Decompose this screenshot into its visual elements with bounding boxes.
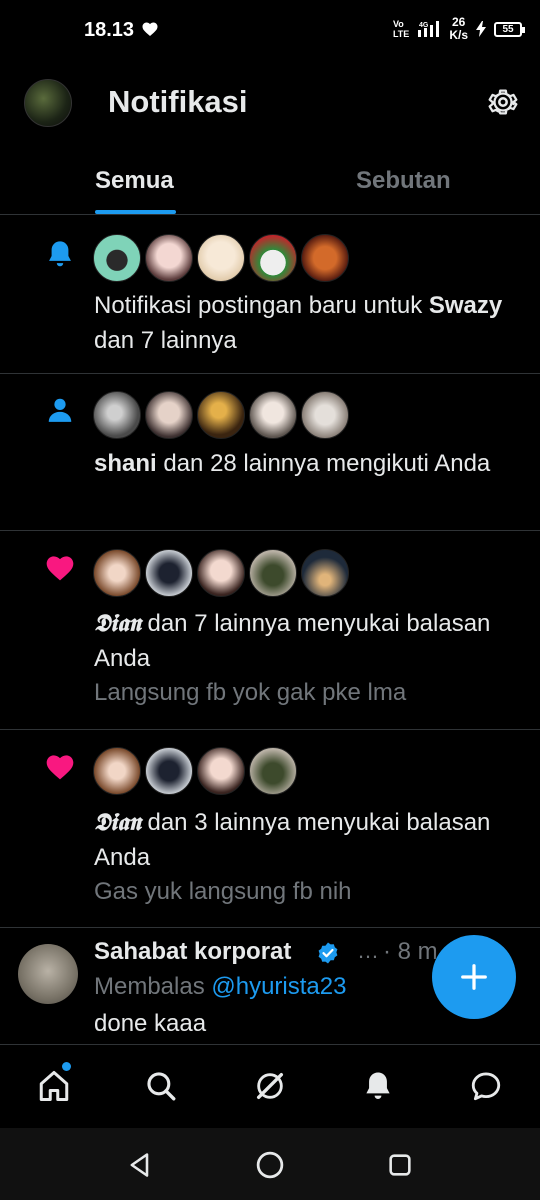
notification-text: 𝕯𝖎𝖆𝖓 dan 3 lainnya menyukai balasan Anda — [94, 804, 510, 875]
notification-tabs: Semua Sebutan — [0, 150, 540, 215]
user-name[interactable]: 𝕯𝖎𝖆𝖓 — [94, 807, 141, 836]
heart-icon — [42, 549, 78, 585]
top-header: Notifikasi — [0, 70, 540, 140]
svg-text:4G: 4G — [419, 22, 429, 29]
chat-icon — [471, 1072, 501, 1101]
notification-item[interactable]: 𝕯𝖎𝖆𝖓 dan 3 lainnya menyukai balasan Anda… — [0, 730, 540, 928]
back-button[interactable] — [125, 1150, 155, 1180]
signal-icon: 4G — [418, 21, 440, 37]
profile-avatar[interactable] — [24, 79, 72, 127]
settings-gear-icon[interactable] — [486, 85, 520, 119]
bottom-navigation — [0, 1046, 540, 1128]
bell-icon — [42, 236, 78, 272]
replying-prefix: Membalas — [94, 973, 212, 1000]
avatar[interactable] — [93, 747, 141, 795]
post-body: done kaaa — [94, 1010, 207, 1037]
verified-badge-icon — [318, 942, 338, 964]
compose-button[interactable] — [432, 935, 516, 1019]
home-button[interactable] — [255, 1150, 285, 1180]
post-time: · 8 m — [383, 938, 438, 965]
avatar[interactable] — [93, 234, 141, 282]
avatar[interactable] — [301, 234, 349, 282]
notification-prefix: Notifikasi postingan baru untuk — [94, 292, 429, 319]
tab-all[interactable]: Semua — [95, 167, 174, 195]
avatar[interactable] — [197, 234, 245, 282]
author-name[interactable]: Sahabat korporat — [94, 938, 291, 966]
user-name[interactable]: shani — [94, 450, 157, 477]
notification-item[interactable]: Notifikasi postingan baru untuk Swazy da… — [0, 216, 540, 374]
home-unread-dot — [62, 1062, 71, 1071]
replying-handle-link[interactable]: @hyurista23 — [211, 973, 346, 1000]
notification-suffix: dan 7 lainnya — [94, 327, 237, 354]
system-navigation-bar — [0, 1128, 540, 1200]
avatar[interactable] — [301, 549, 349, 597]
nav-home[interactable] — [34, 1066, 74, 1106]
avatar[interactable] — [197, 391, 245, 439]
avatar-group — [93, 549, 349, 597]
nav-grok[interactable] — [250, 1066, 290, 1106]
recents-button[interactable] — [385, 1150, 415, 1180]
avatar[interactable] — [197, 747, 245, 795]
notification-suffix: dan 3 lainnya menyukai balasan Anda — [94, 809, 491, 871]
notification-text: Notifikasi postingan baru untuk Swazy da… — [94, 288, 510, 358]
truncation-ellipsis: … — [357, 938, 379, 963]
replying-to: Membalas @hyurista23 — [94, 973, 346, 1001]
avatar[interactable] — [197, 549, 245, 597]
notification-text: shani dan 28 lainnya mengikuti Anda — [94, 446, 510, 481]
avatar[interactable] — [249, 747, 297, 795]
search-icon — [147, 1072, 176, 1101]
nav-notifications[interactable] — [358, 1066, 398, 1106]
avatar-group — [93, 234, 349, 282]
status-bar: 18.13 Vo LTE 4G 26 K/s 55 — [0, 0, 540, 60]
avatar[interactable] — [249, 234, 297, 282]
status-time: 18.13 — [84, 19, 135, 41]
grok-icon — [256, 1072, 284, 1100]
avatar[interactable] — [145, 549, 193, 597]
bell-icon — [366, 1072, 390, 1100]
nav-messages[interactable] — [466, 1066, 506, 1106]
user-name[interactable]: 𝕯𝖎𝖆𝖓 — [94, 608, 141, 637]
battery-indicator: 55 — [494, 21, 525, 37]
page-title: Notifikasi — [108, 84, 248, 119]
person-icon — [42, 392, 78, 428]
user-name[interactable]: Swazy — [429, 292, 502, 319]
charging-icon — [476, 21, 486, 37]
network-indicator: Vo LTE — [392, 19, 410, 39]
avatar[interactable] — [145, 747, 193, 795]
network-speed: 26 K/s — [449, 16, 468, 42]
back-triangle-icon — [130, 1153, 149, 1177]
heart-status-icon — [142, 22, 158, 36]
avatar[interactable] — [18, 944, 78, 1004]
home-circle-icon — [256, 1151, 284, 1179]
tab-mentions[interactable]: Sebutan — [356, 167, 451, 195]
avatar-group — [93, 747, 297, 795]
notification-suffix: dan 28 lainnya mengikuti Anda — [156, 450, 491, 477]
notification-suffix: dan 7 lainnya menyukai balasan Anda — [94, 610, 491, 672]
avatar[interactable] — [301, 391, 349, 439]
plus-icon — [461, 964, 487, 990]
avatar[interactable] — [249, 391, 297, 439]
recents-square-icon — [389, 1154, 411, 1176]
heart-icon — [42, 748, 78, 784]
avatar[interactable] — [145, 234, 193, 282]
home-icon — [39, 1071, 69, 1101]
notification-item[interactable]: shani dan 28 lainnya mengikuti Anda — [0, 374, 540, 531]
avatar[interactable] — [93, 549, 141, 597]
notification-item[interactable]: 𝕯𝖎𝖆𝖓 dan 7 lainnya menyukai balasan Anda… — [0, 531, 540, 730]
avatar-group — [93, 391, 349, 439]
nav-search[interactable] — [141, 1066, 181, 1106]
speed-unit: K/s — [449, 28, 468, 42]
avatar[interactable] — [93, 391, 141, 439]
reply-preview: Langsung fb yok gak pke lma — [94, 679, 407, 706]
notification-text: 𝕯𝖎𝖆𝖓 dan 7 lainnya menyukai balasan Anda — [94, 605, 510, 676]
reply-preview: Gas yuk langsung fb nih — [94, 878, 352, 905]
active-tab-indicator — [95, 210, 176, 214]
avatar[interactable] — [249, 549, 297, 597]
avatar[interactable] — [145, 391, 193, 439]
status-indicators: Vo LTE 4G 26 K/s 55 — [392, 16, 525, 42]
